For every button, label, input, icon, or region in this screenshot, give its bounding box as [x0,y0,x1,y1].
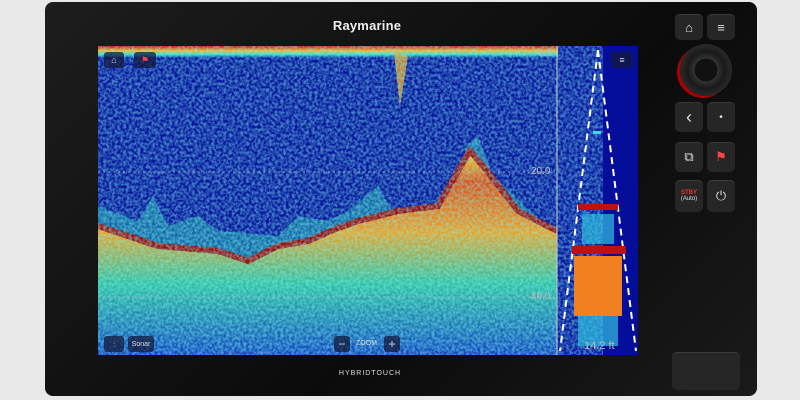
waypoint-button[interactable]: ⚑ [134,52,156,68]
waypoint-key[interactable]: ⚑ [707,142,735,172]
back-key[interactable]: ‹ [675,102,703,132]
power-icon: ⏻ [715,188,727,203]
depth-scale-20: 20.0 [531,166,551,177]
current-depth: 14.2 ft [584,340,615,352]
sonar-echo-image [98,46,637,355]
menu-button[interactable]: ≡ [611,52,633,68]
depth-scale-40: 40.0 [531,291,551,302]
hybridtouch-label: HYBRIDTOUCH [338,370,402,377]
depth-scale-0: 0.0 [538,48,552,59]
menu-icon: ≡ [619,55,625,65]
zoom-label: ZOOM [356,340,377,347]
standby-auto-key[interactable]: STBY (Auto) [675,180,703,212]
settings-button[interactable]: ⫶ [104,336,124,352]
home-button[interactable]: ⌂ [104,52,124,68]
brand-logo: Raymarine [332,18,402,33]
sliders-icon: ⫶ [112,338,116,349]
zoom-out-button[interactable]: − [334,336,350,352]
chevron-left-icon: ‹ [686,106,692,127]
switch-panel-key[interactable]: ⧉ [675,142,703,172]
rotary-joystick[interactable] [680,44,732,96]
dot-icon: • [719,111,723,123]
home-key[interactable]: ⌂ [675,14,703,40]
waypoint-icon: ⚑ [715,149,727,164]
sonar-screen[interactable]: ⌂ ⚑ ≡ 0.0 20.0 40.0 14.2 ft ⫶ Sonar − ZO… [98,46,638,355]
auto-label: (Auto) [680,196,698,202]
switch-panel-icon: ⧉ [684,149,694,164]
menu-key[interactable]: ≡ [707,14,735,40]
menu-icon: ≡ [717,19,725,35]
waypoint-icon: ⚑ [140,54,150,65]
zoom-in-button[interactable]: + [384,336,400,352]
home-icon: ⌂ [685,19,693,35]
sonar-mode-label[interactable]: Sonar [128,336,154,352]
home-icon: ⌂ [111,55,117,65]
ok-key[interactable]: • [707,102,735,132]
power-key[interactable]: ⏻ [707,180,735,212]
card-slot-door[interactable] [672,352,740,390]
keypad: ⌂ ≡ ‹ • ⧉ ⚑ STBY (Auto) ⏻ [672,8,742,228]
